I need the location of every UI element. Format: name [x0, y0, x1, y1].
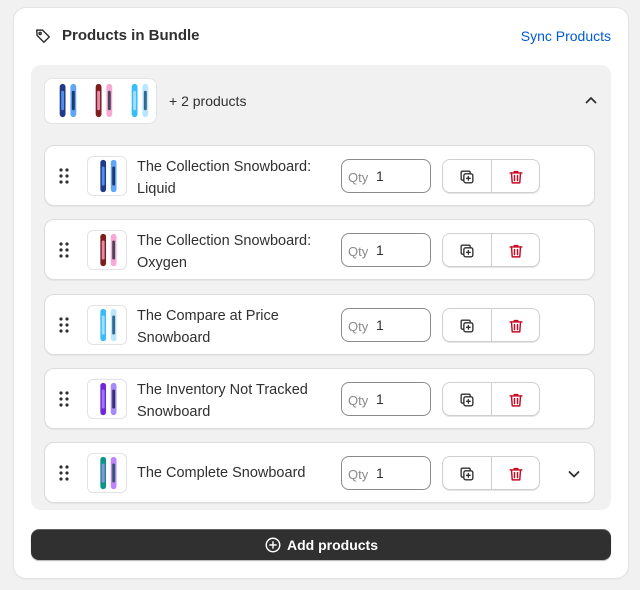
summary-thumbnails: [44, 78, 157, 124]
bundle-item-row: The Compare at Price Snowboard Qty: [44, 294, 595, 355]
duplicate-icon: [460, 467, 474, 481]
trash-icon: [509, 467, 523, 481]
product-thumbnail: [87, 453, 127, 493]
qty-prefix: Qty: [348, 170, 369, 185]
tag-icon: [35, 29, 51, 44]
products-in-bundle-card: Products in Bundle Sync Products + 2 pro…: [14, 8, 628, 578]
qty-prefix: Qty: [348, 319, 369, 334]
quantity-input[interactable]: [376, 165, 426, 187]
drag-handle-icon[interactable]: [57, 316, 71, 334]
product-thumbnail: [87, 305, 127, 345]
chevron-down-icon[interactable]: [564, 464, 584, 484]
product-thumbnail: [87, 230, 127, 270]
quantity-field[interactable]: Qty: [341, 159, 431, 193]
product-name: The Collection Snowboard: Oxygen: [137, 233, 312, 271]
summary-thumbnail: [83, 81, 123, 121]
drag-handle-icon[interactable]: [57, 241, 71, 259]
add-products-button[interactable]: Add products: [31, 529, 611, 560]
quantity-input[interactable]: [376, 239, 426, 261]
bundle-item-row: The Complete Snowboard Qty: [44, 442, 595, 503]
delete-button[interactable]: [492, 457, 539, 489]
trash-icon: [509, 244, 523, 258]
bundle-item-row: The Collection Snowboard: Oxygen Qty: [44, 219, 595, 280]
duplicate-icon: [460, 319, 474, 333]
quantity-input[interactable]: [376, 388, 426, 410]
duplicate-icon: [460, 170, 474, 184]
quantity-input[interactable]: [376, 314, 426, 336]
duplicate-button[interactable]: [443, 457, 492, 489]
trash-icon: [509, 393, 523, 407]
card-title: Products in Bundle: [62, 27, 200, 44]
product-name: The Collection Snowboard: Liquid: [137, 159, 312, 197]
quantity-field[interactable]: Qty: [341, 233, 431, 267]
delete-button[interactable]: [492, 234, 539, 266]
quantity-field[interactable]: Qty: [341, 456, 431, 490]
qty-prefix: Qty: [348, 393, 369, 408]
bundle-summary-row[interactable]: + 2 products: [31, 65, 611, 137]
trash-icon: [509, 170, 523, 184]
product-name: The Compare at Price Snowboard: [137, 308, 279, 346]
duplicate-button[interactable]: [443, 383, 492, 415]
item-action-buttons: [442, 308, 540, 342]
quantity-field[interactable]: Qty: [341, 308, 431, 342]
delete-button[interactable]: [492, 309, 539, 341]
qty-prefix: Qty: [348, 244, 369, 259]
summary-thumbnail: [47, 81, 87, 121]
sync-products-link[interactable]: Sync Products: [521, 28, 611, 44]
bundle-item-row: The Collection Snowboard: Liquid Qty: [44, 145, 595, 206]
qty-prefix: Qty: [348, 467, 369, 482]
card-header: Products in Bundle Sync Products: [14, 8, 628, 64]
chevron-up-icon[interactable]: [581, 90, 601, 110]
duplicate-button[interactable]: [443, 160, 492, 192]
add-products-label: Add products: [287, 536, 378, 553]
drag-handle-icon[interactable]: [57, 167, 71, 185]
item-action-buttons: [442, 159, 540, 193]
delete-button[interactable]: [492, 160, 539, 192]
summary-more-products: + 2 products: [169, 93, 247, 109]
trash-icon: [509, 319, 523, 333]
duplicate-icon: [460, 244, 474, 258]
product-name: The Complete Snowboard: [137, 465, 306, 481]
product-thumbnail: [87, 156, 127, 196]
plus-circle-icon: [265, 537, 281, 552]
delete-button[interactable]: [492, 383, 539, 415]
duplicate-icon: [460, 393, 474, 407]
quantity-input[interactable]: [376, 462, 426, 484]
quantity-field[interactable]: Qty: [341, 382, 431, 416]
duplicate-button[interactable]: [443, 309, 492, 341]
drag-handle-icon[interactable]: [57, 390, 71, 408]
product-thumbnail: [87, 379, 127, 419]
bundle-products-box: + 2 products The Collection Snowboard: L…: [31, 65, 611, 510]
summary-thumbnail: [119, 81, 156, 121]
drag-handle-icon[interactable]: [57, 464, 71, 482]
item-action-buttons: [442, 382, 540, 416]
item-action-buttons: [442, 233, 540, 267]
product-name: The Inventory Not Tracked Snowboard: [137, 382, 308, 420]
item-action-buttons: [442, 456, 540, 490]
bundle-item-row: The Inventory Not Tracked Snowboard Qty: [44, 368, 595, 429]
duplicate-button[interactable]: [443, 234, 492, 266]
